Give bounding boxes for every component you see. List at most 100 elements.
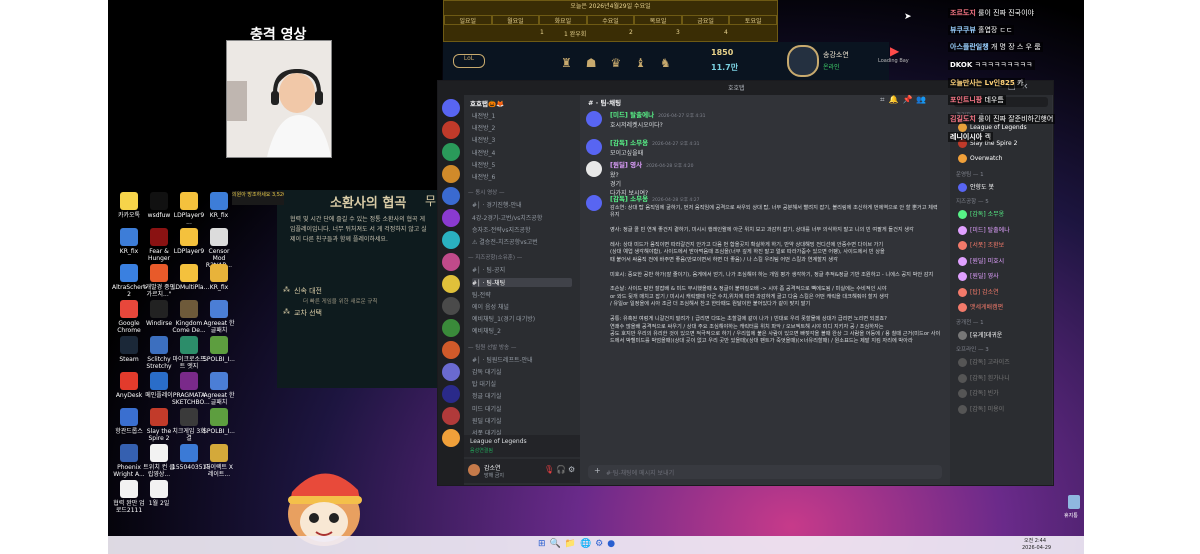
channel-item[interactable]: 예비채팅_2 [472,326,501,335]
taskbar-apps[interactable]: ⊞🔍📁🌐⚙● [538,539,619,549]
profile-icon[interactable] [787,45,819,77]
server-icon[interactable] [442,319,460,337]
chat-username[interactable]: 김길도치 [950,115,976,123]
member-item[interactable]: League of Legends [958,123,1027,132]
member-item[interactable]: [감독] 고라이즈 [958,357,1010,367]
chat-username[interactable]: 조르도지 [950,9,976,17]
channel-item[interactable]: 에이 음성 채널 [472,302,509,311]
channel-item-selected[interactable]: #│ · 팀-채팅 [472,277,572,287]
server-icon[interactable] [442,429,460,447]
channel-category[interactable]: — 동시 영상 — [468,188,505,196]
member-item[interactable]: [감독] 소무옹 [958,209,1004,219]
mic-muted-icon[interactable]: 🎙 [544,465,554,474]
lol-nav-icons[interactable]: ♜☗♛♝♞ [561,56,685,70]
message-author[interactable]: [감독] 소무옹 [610,195,648,203]
lol-home-button[interactable]: LoL [453,54,485,68]
desktop-icon[interactable]: Slay the Spire 2 [142,408,176,442]
member-item[interactable]: [원딜] 미호시 [958,256,1004,266]
add-attachment-icon[interactable]: + [594,466,601,475]
user-avatar[interactable] [586,195,602,211]
channel-item[interactable]: 내전방_4 [472,148,495,157]
channel-category[interactable]: — 팀원 선발 방송 — [468,343,516,351]
chat-username[interactable]: 아스플란일챙 [950,43,989,51]
server-icon[interactable] [442,99,460,117]
desktop-icon[interactable]: KR_fix [202,264,236,291]
chat-username[interactable]: 오늘만사는 Lv인825 [950,79,1015,87]
member-item[interactable]: [탑] 감소연 [958,287,999,297]
desktop-icon[interactable]: 협력 완만 업로드2111 [112,480,146,514]
desktop-icon[interactable]: Agreeat 한글패치 [202,300,236,334]
server-icon[interactable] [442,209,460,227]
calendar-date[interactable]: 4 [724,29,728,36]
server-icon[interactable] [442,143,460,161]
channel-item[interactable]: 감독 대기실 [472,367,502,376]
message-author[interactable]: [미드] 탈출에나 [610,111,654,119]
game-tab[interactable]: 의원아 방조하세요 3,520 캐시 장터 [232,191,284,205]
user-avatar[interactable] [586,139,602,155]
desktop-icon[interactable]: 다이렉트 X 레이트... [202,444,236,478]
server-icon[interactable] [442,341,460,359]
server-icon[interactable] [442,121,460,139]
desktop-icon[interactable]: SPOLBI_I... [202,408,236,435]
desktop-icon[interactable]: wsdfuw [142,192,176,219]
desktop-icon[interactable]: 1월 2일 [142,480,176,507]
channel-category[interactable]: — 지즈공항(소유훈) — [468,253,522,261]
channel-item[interactable]: 4강-2경기-고번/vs치즈공항 [472,213,542,222]
desktop-icon[interactable]: AnyDesk [112,372,146,399]
channel-item[interactable]: 내전방_1 [472,111,495,120]
desktop-icon[interactable]: LDPlayer9 [172,228,206,255]
member-item[interactable]: 안향도 봇 [958,182,994,192]
desktop-icon[interactable]: 마이크로소프트 엣지 [172,336,206,370]
server-icon[interactable] [442,253,460,271]
server-icon[interactable] [442,297,460,315]
server-name[interactable]: 호호탭🎃🦊 [470,98,504,108]
desktop-icon[interactable]: Fear & Hunger [142,228,176,262]
calendar-date[interactable]: 3 [676,29,680,36]
user-avatar[interactable] [468,464,480,476]
chat-username[interactable]: 뷰쿠쿠뷰 [950,26,976,34]
desktop-icon[interactable]: 1550403515 [172,444,210,471]
channel-item[interactable]: #│ · 팀-공지 [472,265,505,274]
headset-icon[interactable]: 🎧 [556,465,566,474]
desktop-icon[interactable]: 트위치 컨 클립영상... [142,444,176,478]
channel-item[interactable]: #│ · 경기진행-안내 [472,200,522,209]
message-author[interactable]: [감독] 소무옹 [610,139,648,147]
chat-username[interactable]: 레니이시아 [950,133,982,141]
desktop-icon[interactable]: "개발경 중인 가르치..." [142,264,176,298]
desktop-icon[interactable]: LDMultiPla... [172,264,209,291]
member-item[interactable]: [감독] 미용이 [958,404,1004,414]
channel-item[interactable]: 정글 대기실 [472,391,502,400]
desktop-icon[interactable]: KR_fix [112,228,146,255]
channel-item[interactable]: 내전방_2 [472,123,495,132]
calendar-date[interactable]: 1 완우회 [564,29,586,38]
message-input[interactable]: + #·팀-채팅에 메시지 보내기 [588,465,942,479]
desktop-icon[interactable]: Steam [112,336,146,363]
message-author[interactable]: [원딜] 영사 [610,161,642,169]
desktop-icon[interactable]: AltraSchere 2 [112,264,147,298]
desktop-icon[interactable]: 치크게임 3회결 [172,408,206,442]
server-icon[interactable] [442,407,460,425]
server-icon[interactable] [442,385,460,403]
desktop-icon[interactable]: Kingdom Come De... [172,300,206,334]
channel-item[interactable]: 내전방_3 [472,135,495,144]
channel-item[interactable]: 예비채팅_1(경기 대기방) [472,314,535,323]
member-item[interactable]: [유게]데귀운 [958,330,1002,340]
server-icon[interactable] [442,363,460,381]
server-icon[interactable] [442,165,460,183]
desktop-icon[interactable]: 항관드롭스 [112,408,146,435]
desktop-icon[interactable]: Google Chrome [112,300,146,334]
member-item[interactable]: [미드] 탈출에나 [958,225,1010,235]
desktop-icon[interactable]: SPOLBI_I... [202,336,236,363]
channel-item[interactable]: 팀-전략 [472,290,491,299]
quick-play-option[interactable]: 신속 대전 [294,286,322,296]
recycle-bin-icon[interactable] [1068,495,1080,509]
user-avatar[interactable] [586,111,602,127]
desktop-icon[interactable]: 카카오톡 [112,192,146,219]
user-avatar[interactable] [586,161,602,177]
channel-item[interactable]: #│ · 팀원드레프트-안내 [472,355,533,364]
chat-username[interactable]: DKOK [950,61,972,69]
desktop-icon[interactable]: Phoenix Wright A... [112,444,146,478]
desktop-icon[interactable]: Censor Mod R2t/AR... [202,228,236,269]
settings-icon[interactable]: ⚙ [568,465,575,474]
channel-item[interactable]: 내전방_6 [472,172,495,181]
